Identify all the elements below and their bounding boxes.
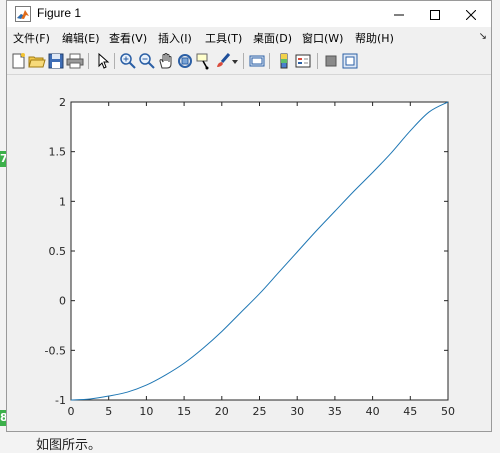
new-figure-icon[interactable] bbox=[10, 52, 28, 70]
toolbar bbox=[7, 48, 491, 75]
menu-edit[interactable]: 编辑(E) bbox=[62, 30, 100, 46]
line-chart: 0 5 10 15 20 25 30 35 40 45 50 -1 -0.5 0 0.5 1 1.5 2 bbox=[45, 96, 455, 418]
zoom-in-icon[interactable] bbox=[119, 52, 137, 70]
x-tick-label: 30 bbox=[290, 405, 304, 418]
toolbar-separator bbox=[243, 53, 244, 69]
toolbar-separator bbox=[114, 53, 115, 69]
zoom-out-icon[interactable] bbox=[138, 52, 156, 70]
x-tick-label: 0 bbox=[68, 405, 75, 418]
data-cursor-icon[interactable] bbox=[195, 52, 213, 70]
close-icon bbox=[465, 5, 477, 24]
toolbar-separator bbox=[269, 53, 270, 69]
pan-hand-icon[interactable] bbox=[157, 52, 175, 70]
y-tick-label: 0.5 bbox=[49, 245, 67, 258]
figure-window: Figure 1 文件(F) 编辑(E) 查看(V) 插入(I) 工具(T) 桌… bbox=[6, 0, 492, 432]
hide-plot-tools-icon[interactable] bbox=[322, 52, 340, 70]
maximize-icon bbox=[430, 5, 440, 24]
menu-window[interactable]: 窗口(W) bbox=[302, 30, 343, 46]
link-plot-icon[interactable] bbox=[248, 52, 266, 70]
title-bar[interactable]: Figure 1 bbox=[7, 1, 491, 27]
insert-colorbar-icon[interactable] bbox=[275, 52, 293, 70]
show-plot-tools-icon[interactable] bbox=[341, 52, 359, 70]
menu-file[interactable]: 文件(F) bbox=[13, 30, 50, 46]
brush-icon[interactable] bbox=[214, 52, 232, 70]
save-icon[interactable] bbox=[47, 52, 65, 70]
menu-desktop[interactable]: 桌面(D) bbox=[253, 30, 292, 46]
window-title: Figure 1 bbox=[37, 6, 82, 20]
minimize-button[interactable] bbox=[381, 1, 417, 27]
menu-overflow-arrow-icon[interactable]: ↘ bbox=[479, 31, 487, 42]
y-tick-label: -0.5 bbox=[45, 344, 66, 357]
axes-box bbox=[70, 101, 449, 401]
close-button[interactable] bbox=[453, 1, 489, 27]
y-tick-label: -1 bbox=[55, 394, 66, 407]
insert-legend-icon[interactable] bbox=[294, 52, 312, 70]
x-tick-label: 15 bbox=[177, 405, 191, 418]
figure-canvas[interactable]: 0 5 10 15 20 25 30 35 40 45 50 -1 -0.5 0 0.5 1 1.5 2 bbox=[7, 75, 491, 431]
y-tick-label: 0 bbox=[59, 295, 66, 308]
y-tick-label: 2 bbox=[59, 96, 66, 109]
minimize-icon bbox=[394, 5, 404, 24]
x-tick-label: 5 bbox=[105, 405, 112, 418]
print-icon[interactable] bbox=[66, 52, 84, 70]
edit-plot-arrow-icon[interactable] bbox=[93, 52, 111, 70]
x-tick-label: 40 bbox=[366, 405, 380, 418]
toolbar-separator bbox=[88, 53, 89, 69]
open-file-icon[interactable] bbox=[28, 52, 46, 70]
x-tick-label: 25 bbox=[253, 405, 267, 418]
x-tick-label: 10 bbox=[139, 405, 153, 418]
x-tick-label: 35 bbox=[328, 405, 342, 418]
matlab-logo-icon bbox=[15, 6, 31, 22]
y-tick-label: 1.5 bbox=[49, 146, 67, 159]
y-tick-label: 1 bbox=[59, 195, 66, 208]
background-caption: 如图所示。 bbox=[36, 438, 102, 453]
rotate-3d-icon[interactable] bbox=[176, 52, 194, 70]
maximize-button[interactable] bbox=[417, 1, 453, 27]
menu-insert[interactable]: 插入(I) bbox=[158, 30, 192, 46]
brush-dropdown-icon[interactable] bbox=[231, 52, 239, 70]
menu-help[interactable]: 帮助(H) bbox=[355, 30, 394, 46]
menu-bar: 文件(F) 编辑(E) 查看(V) 插入(I) 工具(T) 桌面(D) 窗口(W… bbox=[7, 27, 491, 48]
menu-tools[interactable]: 工具(T) bbox=[205, 30, 242, 46]
menu-view[interactable]: 查看(V) bbox=[109, 30, 147, 46]
x-tick-label: 45 bbox=[403, 405, 417, 418]
x-tick-label: 50 bbox=[441, 405, 455, 418]
toolbar-separator bbox=[317, 53, 318, 69]
x-tick-label: 20 bbox=[215, 405, 229, 418]
